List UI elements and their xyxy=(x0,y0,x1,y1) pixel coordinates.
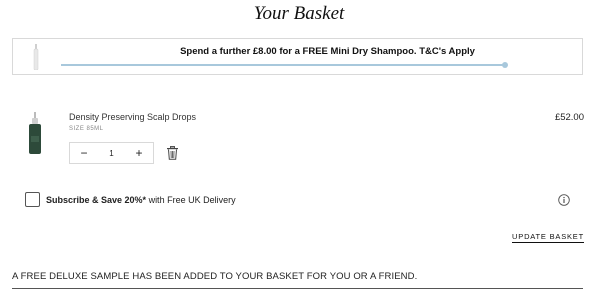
quantity-value[interactable]: 1 xyxy=(98,149,125,158)
product-price: £52.00 xyxy=(554,112,584,123)
subscribe-label-rest: with Free UK Delivery xyxy=(146,195,236,205)
subscribe-checkbox[interactable] xyxy=(25,192,40,207)
decrement-quantity-button[interactable]: − xyxy=(70,143,98,163)
update-basket-button[interactable]: UPDATE BASKET xyxy=(512,232,584,243)
promo-progress-track xyxy=(61,62,508,68)
subscribe-label-bold: Subscribe & Save 20%* xyxy=(46,195,147,205)
subscribe-label[interactable]: Subscribe & Save 20%* with Free UK Deliv… xyxy=(46,195,236,205)
divider xyxy=(12,288,583,289)
increment-quantity-button[interactable]: + xyxy=(125,143,153,163)
trash-icon[interactable] xyxy=(166,146,179,160)
promo-progress-fill xyxy=(61,64,505,66)
quantity-stepper: − 1 + xyxy=(69,142,154,164)
promo-progress-knob xyxy=(502,62,508,68)
free-gift-progress-banner: Spend a further £8.00 for a FREE Mini Dr… xyxy=(12,38,583,75)
promo-message: Spend a further £8.00 for a FREE Mini Dr… xyxy=(180,46,475,57)
info-icon[interactable] xyxy=(558,194,570,206)
product-size: SIZE 85ML xyxy=(69,126,104,132)
scalp-drops-bottle-icon xyxy=(29,112,41,154)
product-name[interactable]: Density Preserving Scalp Drops xyxy=(69,112,196,122)
page-title: Your Basket xyxy=(253,3,345,24)
free-sample-message: A FREE DELUXE SAMPLE HAS BEEN ADDED TO Y… xyxy=(12,271,418,282)
